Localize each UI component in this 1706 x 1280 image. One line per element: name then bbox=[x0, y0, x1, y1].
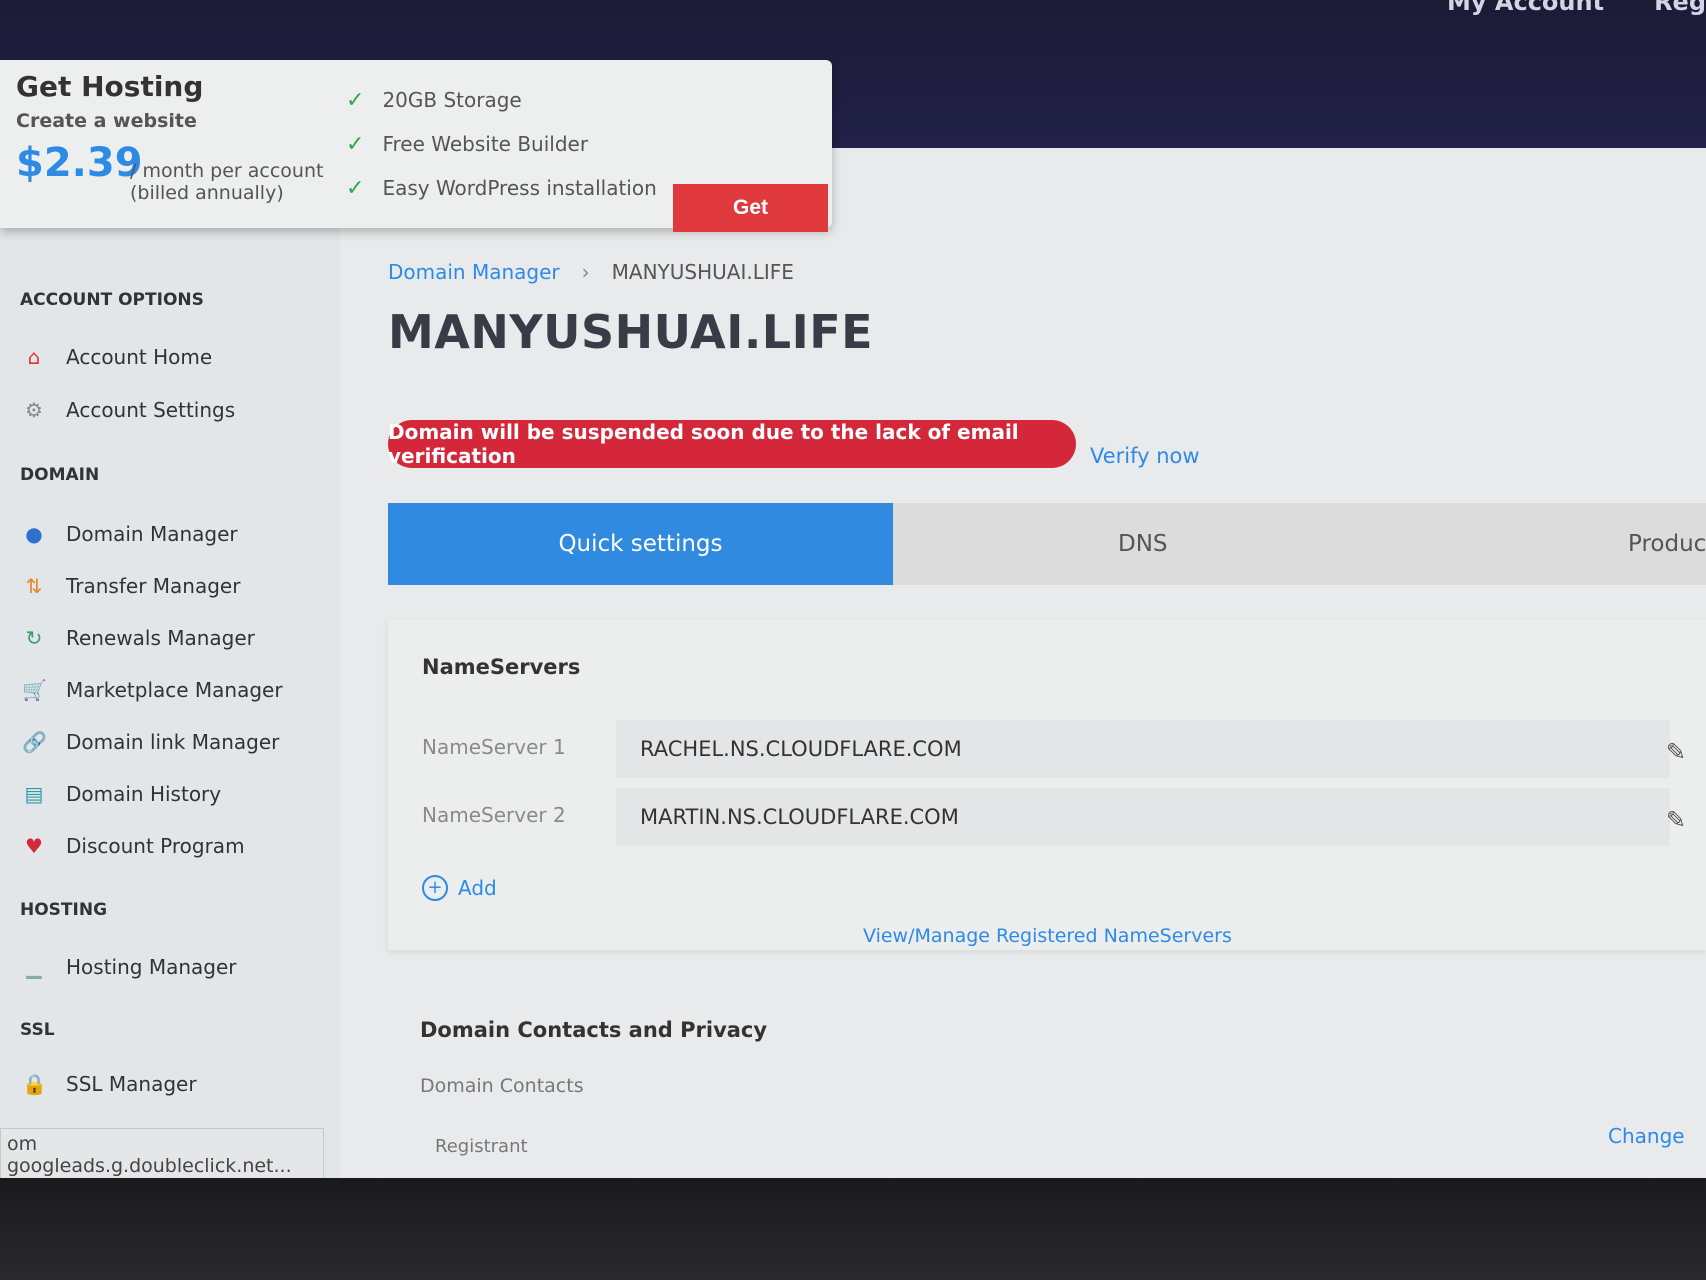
breadcrumb-current: MANYUSHUAI.LIFE bbox=[611, 260, 794, 284]
sidebar-item-account-home[interactable]: ⌂ Account Home bbox=[22, 345, 213, 369]
price-note-line: (billed annually) bbox=[130, 182, 284, 204]
tab-quick-settings[interactable]: Quick settings bbox=[388, 503, 893, 585]
account-options-heading: ACCOUNT OPTIONS bbox=[20, 290, 204, 310]
sidebar-item-discount-program[interactable]: ♥ Discount Program bbox=[22, 834, 245, 858]
calendar-icon: ▤ bbox=[24, 782, 44, 806]
feature-item: ✓ Easy WordPress installation bbox=[346, 166, 657, 210]
register-link[interactable]: Reg bbox=[1654, 0, 1706, 16]
feature-item: ✓ 20GB Storage bbox=[346, 78, 657, 122]
cart-icon: 🛒 bbox=[22, 678, 47, 702]
sidebar-item-account-settings[interactable]: ⚙ Account Settings bbox=[22, 398, 235, 422]
feature-label: Easy WordPress installation bbox=[382, 176, 657, 200]
sidebar-item-domain-history[interactable]: ▤ Domain History bbox=[22, 782, 222, 806]
nameservers-title: NameServers bbox=[422, 655, 581, 679]
sidebar-item-hosting-manager[interactable]: ▁ Hosting Manager bbox=[22, 955, 237, 979]
sidebar-item-transfer-manager[interactable]: ⇅ Transfer Manager bbox=[22, 574, 241, 598]
sidebar-item-label: Hosting Manager bbox=[66, 955, 237, 979]
sidebar-item-label: Domain Manager bbox=[66, 522, 238, 546]
sidebar-item-renewals-manager[interactable]: ↻ Renewals Manager bbox=[22, 626, 255, 650]
hosting-heading: HOSTING bbox=[20, 900, 108, 920]
pencil-icon[interactable]: ✎ bbox=[1666, 806, 1686, 834]
sidebar-item-label: Account Settings bbox=[66, 398, 236, 422]
feature-item: ✓ Free Website Builder bbox=[346, 122, 657, 166]
tab-dns[interactable]: DNS bbox=[1118, 503, 1168, 585]
verify-now-link[interactable]: Verify now bbox=[1090, 444, 1200, 468]
check-icon: ✓ bbox=[346, 175, 365, 201]
refresh-icon: ↻ bbox=[25, 626, 43, 650]
add-nameserver-button[interactable]: + Add bbox=[422, 875, 497, 901]
link-icon: 🔗 bbox=[22, 730, 47, 754]
my-account-link[interactable]: My Account bbox=[1447, 0, 1604, 16]
lock-icon: 🔒 bbox=[22, 1072, 47, 1096]
sidebar-item-label: Discount Program bbox=[66, 834, 245, 858]
sidebar-item-label: SSL Manager bbox=[66, 1072, 197, 1096]
sidebar-item-domain-manager[interactable]: ● Domain Manager bbox=[22, 522, 238, 546]
promo-price-note: / month per account (billed annually) bbox=[130, 160, 323, 204]
nameserver-label: NameServer 2 bbox=[422, 803, 566, 827]
get-hosting-button[interactable]: Get bbox=[673, 184, 828, 232]
check-icon: ✓ bbox=[346, 131, 365, 157]
sidebar-item-label: Marketplace Manager bbox=[66, 678, 283, 702]
nameserver-row: NameServer 2 MARTIN.NS.CLOUDFLARE.COM ✎ bbox=[388, 788, 1706, 846]
sidebar-item-label: Domain link Manager bbox=[66, 730, 280, 754]
sidebar-item-label: Account Home bbox=[66, 345, 213, 369]
contacts-title: Domain Contacts and Privacy bbox=[420, 1018, 768, 1042]
add-label: Add bbox=[458, 876, 497, 900]
sidebar-item-label: Transfer Manager bbox=[66, 574, 241, 598]
sidebar-item-marketplace-manager[interactable]: 🛒 Marketplace Manager bbox=[22, 678, 283, 702]
contacts-subtitle: Domain Contacts bbox=[420, 1075, 584, 1097]
nameserver-value: MARTIN.NS.CLOUDFLARE.COM bbox=[616, 788, 1670, 846]
promo-subtitle: Create a website bbox=[16, 110, 197, 132]
tab-products[interactable]: Produc bbox=[1628, 503, 1706, 585]
hosting-promo-banner: Get Hosting Create a website $2.39 / mon… bbox=[0, 60, 832, 232]
feature-label: 20GB Storage bbox=[382, 88, 522, 112]
check-icon: ✓ bbox=[346, 87, 365, 113]
nameserver-value: RACHEL.NS.CLOUDFLARE.COM bbox=[616, 720, 1670, 778]
transfer-icon: ⇅ bbox=[25, 574, 43, 598]
promo-title: Get Hosting bbox=[16, 70, 204, 103]
plus-circle-icon: + bbox=[422, 875, 448, 901]
promo-features: ✓ 20GB Storage ✓ Free Website Builder ✓ … bbox=[346, 78, 657, 210]
page-title: MANYUSHUAI.LIFE bbox=[388, 305, 874, 359]
suspension-alert-badge: Domain will be suspended soon due to the… bbox=[388, 420, 1076, 468]
monitor-bezel bbox=[0, 1178, 1706, 1280]
promo-price: $2.39 bbox=[16, 140, 143, 186]
tag-icon: ♥ bbox=[25, 834, 43, 858]
globe-icon: ● bbox=[25, 522, 43, 546]
nameserver-label: NameServer 1 bbox=[422, 735, 566, 759]
nameservers-card: NameServers NameServer 1 RACHEL.NS.CLOUD… bbox=[388, 620, 1706, 950]
sidebar: ACCOUNT OPTIONS ⌂ Account Home ⚙ Account… bbox=[0, 210, 340, 1210]
sidebar-item-label: Domain History bbox=[66, 782, 222, 806]
registrant-label: Registrant bbox=[435, 1136, 528, 1157]
price-note-line: / month per account bbox=[130, 160, 324, 182]
domain-heading: DOMAIN bbox=[20, 465, 100, 485]
feature-label: Free Website Builder bbox=[382, 132, 589, 156]
gear-icon: ⚙ bbox=[25, 398, 43, 422]
sidebar-item-ssl-manager[interactable]: 🔒 SSL Manager bbox=[22, 1072, 197, 1096]
top-nav: My Account Reg bbox=[1447, 0, 1706, 16]
sidebar-item-label: Renewals Manager bbox=[66, 626, 255, 650]
status-bar-url: om googleads.g.doubleclick.net... bbox=[0, 1128, 324, 1182]
change-link[interactable]: Change bbox=[1608, 1124, 1685, 1148]
breadcrumb-domain-manager-link[interactable]: Domain Manager bbox=[388, 260, 560, 284]
sidebar-item-domain-link-manager[interactable]: 🔗 Domain link Manager bbox=[22, 730, 279, 754]
nameserver-row: NameServer 1 RACHEL.NS.CLOUDFLARE.COM ✎ bbox=[388, 720, 1706, 778]
chevron-right-icon: › bbox=[581, 260, 590, 284]
alert-text: Domain will be suspended soon due to the… bbox=[388, 420, 1019, 468]
home-icon: ⌂ bbox=[27, 345, 41, 369]
domain-tabs: Quick settings DNS Produc bbox=[388, 503, 1706, 585]
pencil-icon[interactable]: ✎ bbox=[1666, 738, 1686, 766]
ssl-heading: SSL bbox=[20, 1020, 55, 1040]
server-icon: ▁ bbox=[26, 955, 42, 979]
view-manage-nameservers-link[interactable]: View/Manage Registered NameServers bbox=[863, 925, 1232, 947]
breadcrumb: Domain Manager › MANYUSHUAI.LIFE bbox=[388, 260, 794, 284]
